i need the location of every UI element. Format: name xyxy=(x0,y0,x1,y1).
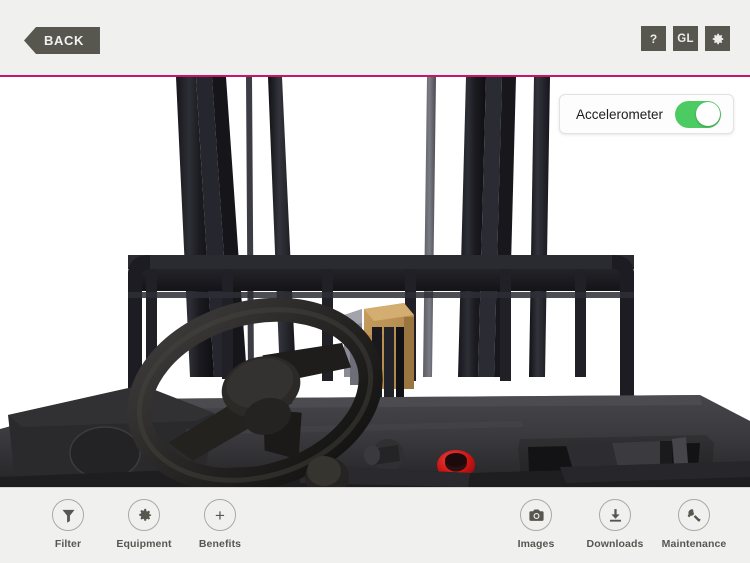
benefits-button[interactable]: + Benefits xyxy=(194,499,246,550)
filter-icon xyxy=(61,509,75,523)
header-actions: ? GL xyxy=(641,26,730,51)
equipment-icon-ring xyxy=(128,499,160,531)
bottom-toolbar: Filter Equipment + Benefits Exterio xyxy=(0,487,750,563)
toolbar-left-group: Filter Equipment + Benefits xyxy=(42,499,246,550)
downloads-label: Downloads xyxy=(586,538,644,550)
equipment-label: Equipment xyxy=(116,538,172,550)
benefits-icon-ring: + xyxy=(204,499,236,531)
accelerometer-toggle[interactable]: Accelerometer xyxy=(558,94,734,134)
filter-icon-ring xyxy=(52,499,84,531)
toolbar-right-group: Images Downloads Maintenance xyxy=(510,499,726,550)
maintenance-icon-ring xyxy=(678,499,710,531)
wrench-icon xyxy=(687,508,700,522)
images-label: Images xyxy=(517,538,555,550)
filter-label: Filter xyxy=(54,538,82,550)
filter-button[interactable]: Filter xyxy=(42,499,94,550)
help-button[interactable]: ? xyxy=(641,26,666,51)
accelerometer-switch[interactable] xyxy=(675,100,721,128)
maintenance-button[interactable]: Maintenance xyxy=(662,499,726,550)
model-viewer-canvas[interactable]: Accelerometer xyxy=(0,77,750,487)
forklift-interior-render xyxy=(0,77,750,487)
camera-icon xyxy=(528,508,544,521)
maintenance-label: Maintenance xyxy=(661,538,727,550)
equipment-button[interactable]: Equipment xyxy=(116,499,172,550)
switch-knob xyxy=(695,102,720,126)
app-header: BACK ? GL xyxy=(0,0,750,75)
settings-button[interactable] xyxy=(705,26,730,51)
plus-icon: + xyxy=(215,505,225,525)
back-button[interactable]: BACK xyxy=(24,27,100,54)
benefits-label: Benefits xyxy=(198,538,242,550)
downloads-icon-ring xyxy=(599,499,631,531)
images-button[interactable]: Images xyxy=(510,499,562,550)
app-root: BACK ? GL Accelerometer Filter Equipment… xyxy=(0,0,750,563)
downloads-button[interactable]: Downloads xyxy=(586,499,644,550)
images-icon-ring xyxy=(520,499,552,531)
gear-icon xyxy=(712,33,723,44)
download-icon xyxy=(609,508,621,522)
accelerometer-label: Accelerometer xyxy=(575,106,663,122)
gear-icon xyxy=(138,508,151,521)
gl-button[interactable]: GL xyxy=(673,26,698,51)
